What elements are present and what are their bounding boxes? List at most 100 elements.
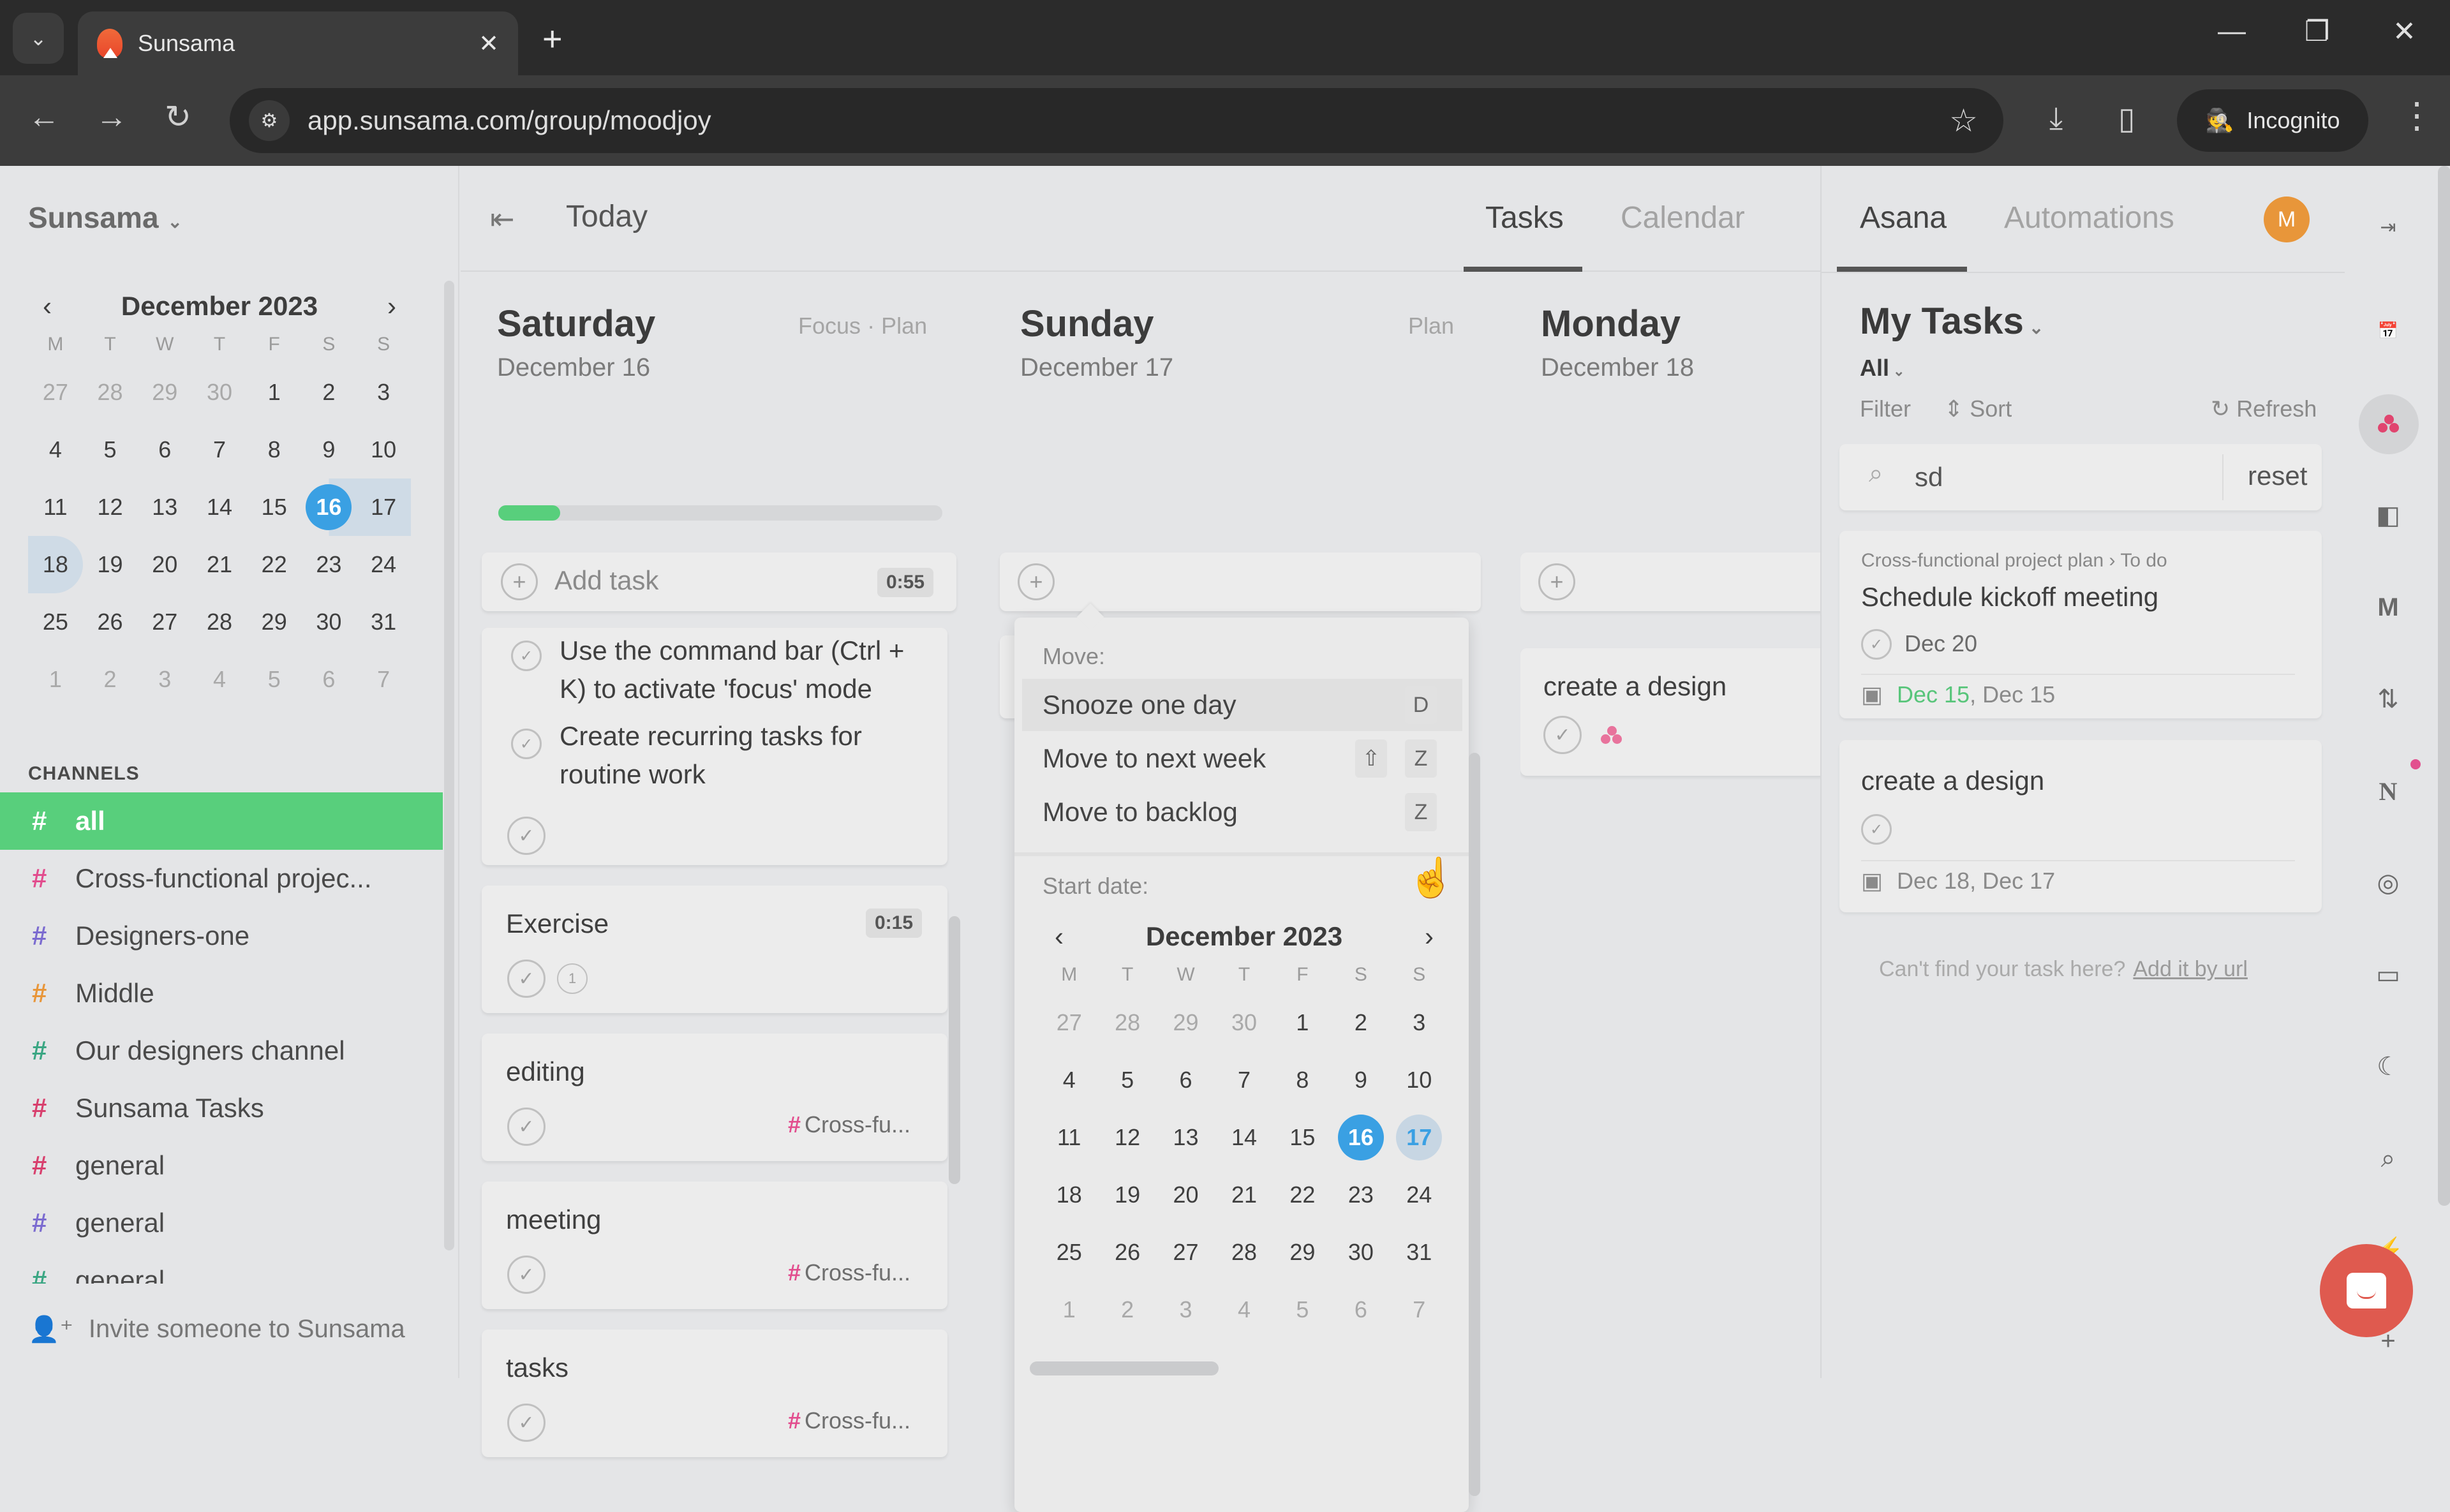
calendar-day[interactable]: 5: [247, 651, 302, 708]
browser-tab[interactable]: Sunsama ✕: [78, 11, 518, 75]
complete-check-icon[interactable]: ✓: [1861, 629, 1892, 660]
back-icon[interactable]: ←: [28, 98, 60, 135]
avatar[interactable]: M: [2264, 196, 2310, 242]
complete-check-icon[interactable]: ✓: [511, 641, 542, 671]
side-panel-icon[interactable]: ▯: [2118, 101, 2135, 137]
filter-button[interactable]: Filter: [1860, 396, 1911, 422]
task-list-selector[interactable]: My Tasks ⌄: [1860, 300, 2044, 343]
complete-check-icon[interactable]: ✓: [507, 1108, 546, 1146]
channel-tag[interactable]: # Cross-fu...: [788, 1407, 910, 1434]
add-task-card[interactable]: +: [1000, 552, 1481, 611]
calendar-day[interactable]: 28: [192, 593, 247, 651]
calendar-day[interactable]: 2: [302, 364, 357, 421]
next-month-icon[interactable]: ›: [373, 291, 411, 322]
complete-check-icon[interactable]: ✓: [1543, 716, 1582, 754]
snooze-one-day-option[interactable]: Snooze one day D: [1022, 679, 1462, 731]
calendar-day[interactable]: 28: [83, 364, 138, 421]
horizontal-scrollbar[interactable]: [1030, 1361, 1219, 1375]
calendar-day[interactable]: 3: [1157, 1281, 1215, 1338]
calendar-day[interactable]: 27: [28, 364, 83, 421]
calendar-day[interactable]: 30: [1332, 1224, 1390, 1281]
calendar-day[interactable]: 4: [28, 421, 83, 478]
calendar-day[interactable]: 24: [1390, 1166, 1448, 1224]
incognito-badge[interactable]: 🕵 Incognito: [2177, 89, 2368, 152]
calendar-day[interactable]: 6: [137, 421, 192, 478]
minimize-icon[interactable]: —: [2218, 15, 2246, 47]
calendar-day[interactable]: 5: [1098, 1051, 1156, 1109]
calendar-day[interactable]: 2: [83, 651, 138, 708]
new-tab-icon[interactable]: +: [542, 19, 563, 59]
forward-icon[interactable]: →: [96, 98, 128, 135]
calendar-day[interactable]: 3: [356, 364, 411, 421]
calendar-day[interactable]: 6: [302, 651, 357, 708]
calendar-day[interactable]: 1: [28, 651, 83, 708]
calendar-day[interactable]: 27: [137, 593, 192, 651]
omnibox[interactable]: ⚙ app.sunsama.com/group/moodjoy ☆: [230, 88, 2003, 153]
calendar-day[interactable]: 3: [137, 651, 192, 708]
add-task-card[interactable]: +: [1520, 552, 1820, 611]
window-close-icon[interactable]: ✕: [2393, 15, 2416, 48]
calendar-day[interactable]: 5: [83, 421, 138, 478]
sidebar-channel-general[interactable]: # general: [0, 1137, 443, 1194]
calendar-day[interactable]: 29: [247, 593, 302, 651]
search-input[interactable]: [1915, 462, 2170, 493]
channel-tag[interactable]: # Cross-fu...: [788, 1259, 910, 1286]
notion-icon[interactable]: N: [2368, 771, 2409, 812]
tab-tasks[interactable]: Tasks: [1485, 200, 1564, 235]
search-icon[interactable]: ⌕: [2368, 1138, 2409, 1179]
calendar-day[interactable]: 1: [247, 364, 302, 421]
move-to-backlog-option[interactable]: Move to backlog Z: [1022, 786, 1462, 838]
google-calendar-icon[interactable]: 📅: [2368, 310, 2409, 351]
calendar-day[interactable]: 12: [83, 478, 138, 536]
calendar-day[interactable]: 6: [1332, 1281, 1390, 1338]
calendar-day[interactable]: 22: [247, 536, 302, 593]
column-scrollbar[interactable]: [1469, 753, 1480, 1496]
task-card[interactable]: Exercise 0:15 ✓ 1: [482, 886, 947, 1013]
sidebar-channel-sunsama-tasks[interactable]: # Sunsama Tasks: [0, 1079, 443, 1137]
calendar-day[interactable]: 4: [192, 651, 247, 708]
calendar-day[interactable]: 8: [247, 421, 302, 478]
more-menu-icon[interactable]: ⋮: [2399, 94, 2435, 137]
calendar-day[interactable]: 11: [1040, 1109, 1098, 1166]
calendar-day[interactable]: 28: [1098, 994, 1156, 1051]
calendar-day[interactable]: 2: [1332, 994, 1390, 1051]
asana-task-card[interactable]: Cross-functional project plan › To do Sc…: [1839, 531, 2322, 718]
calendar-day[interactable]: 17: [1390, 1109, 1448, 1166]
asana-icon[interactable]: [2359, 394, 2419, 454]
calendar-day[interactable]: 4: [1215, 1281, 1273, 1338]
calendar-day[interactable]: 9: [302, 421, 357, 478]
calendar-day[interactable]: 16: [1332, 1109, 1390, 1166]
calendar-day[interactable]: 24: [356, 536, 411, 593]
refresh-button[interactable]: ↻ Refresh: [2211, 396, 2317, 422]
collapse-sidebar-icon[interactable]: ⇤: [490, 202, 515, 236]
calendar-day[interactable]: 20: [137, 536, 192, 593]
calendar-day[interactable]: 7: [1390, 1281, 1448, 1338]
calendar-day[interactable]: 7: [356, 651, 411, 708]
calendar-day[interactable]: 7: [1215, 1051, 1273, 1109]
calendar-day[interactable]: 17: [356, 478, 411, 536]
calendar-day[interactable]: 10: [356, 421, 411, 478]
plan-link[interactable]: Plan: [1408, 313, 1454, 339]
site-info-icon[interactable]: ⚙: [249, 100, 290, 141]
calendar-day[interactable]: 5: [1273, 1281, 1332, 1338]
channel-tag[interactable]: # Cross-fu...: [788, 1111, 910, 1138]
calendar-day[interactable]: 21: [192, 536, 247, 593]
sidebar-channel-designers-one[interactable]: # Designers-one: [0, 907, 443, 965]
linear-icon[interactable]: ⇅: [2368, 679, 2409, 720]
calendar-day[interactable]: 7: [192, 421, 247, 478]
calendar-day[interactable]: 19: [1098, 1166, 1156, 1224]
move-to-next-week-option[interactable]: Move to next week ⇧ Z: [1022, 732, 1462, 785]
calendar-day[interactable]: 1: [1040, 1281, 1098, 1338]
calendar-day[interactable]: 18: [1040, 1166, 1098, 1224]
calendar-day[interactable]: 2: [1098, 1281, 1156, 1338]
calendar-day[interactable]: 16: [301, 478, 357, 536]
calendar-day[interactable]: 6: [1157, 1051, 1215, 1109]
sidebar-channel-our-designers-channel[interactable]: # Our designers channel: [0, 1022, 443, 1079]
complete-check-icon[interactable]: ✓: [507, 960, 546, 998]
calendar-day[interactable]: 15: [1273, 1109, 1332, 1166]
calendar-day[interactable]: 26: [83, 593, 138, 651]
asana-task-card[interactable]: create a design ✓ ▣ Dec 18, Dec 17: [1839, 740, 2322, 912]
close-tab-icon[interactable]: ✕: [479, 29, 499, 58]
calendar-day[interactable]: 28: [1215, 1224, 1273, 1281]
add-task-card[interactable]: + Add task 0:55: [482, 552, 956, 611]
